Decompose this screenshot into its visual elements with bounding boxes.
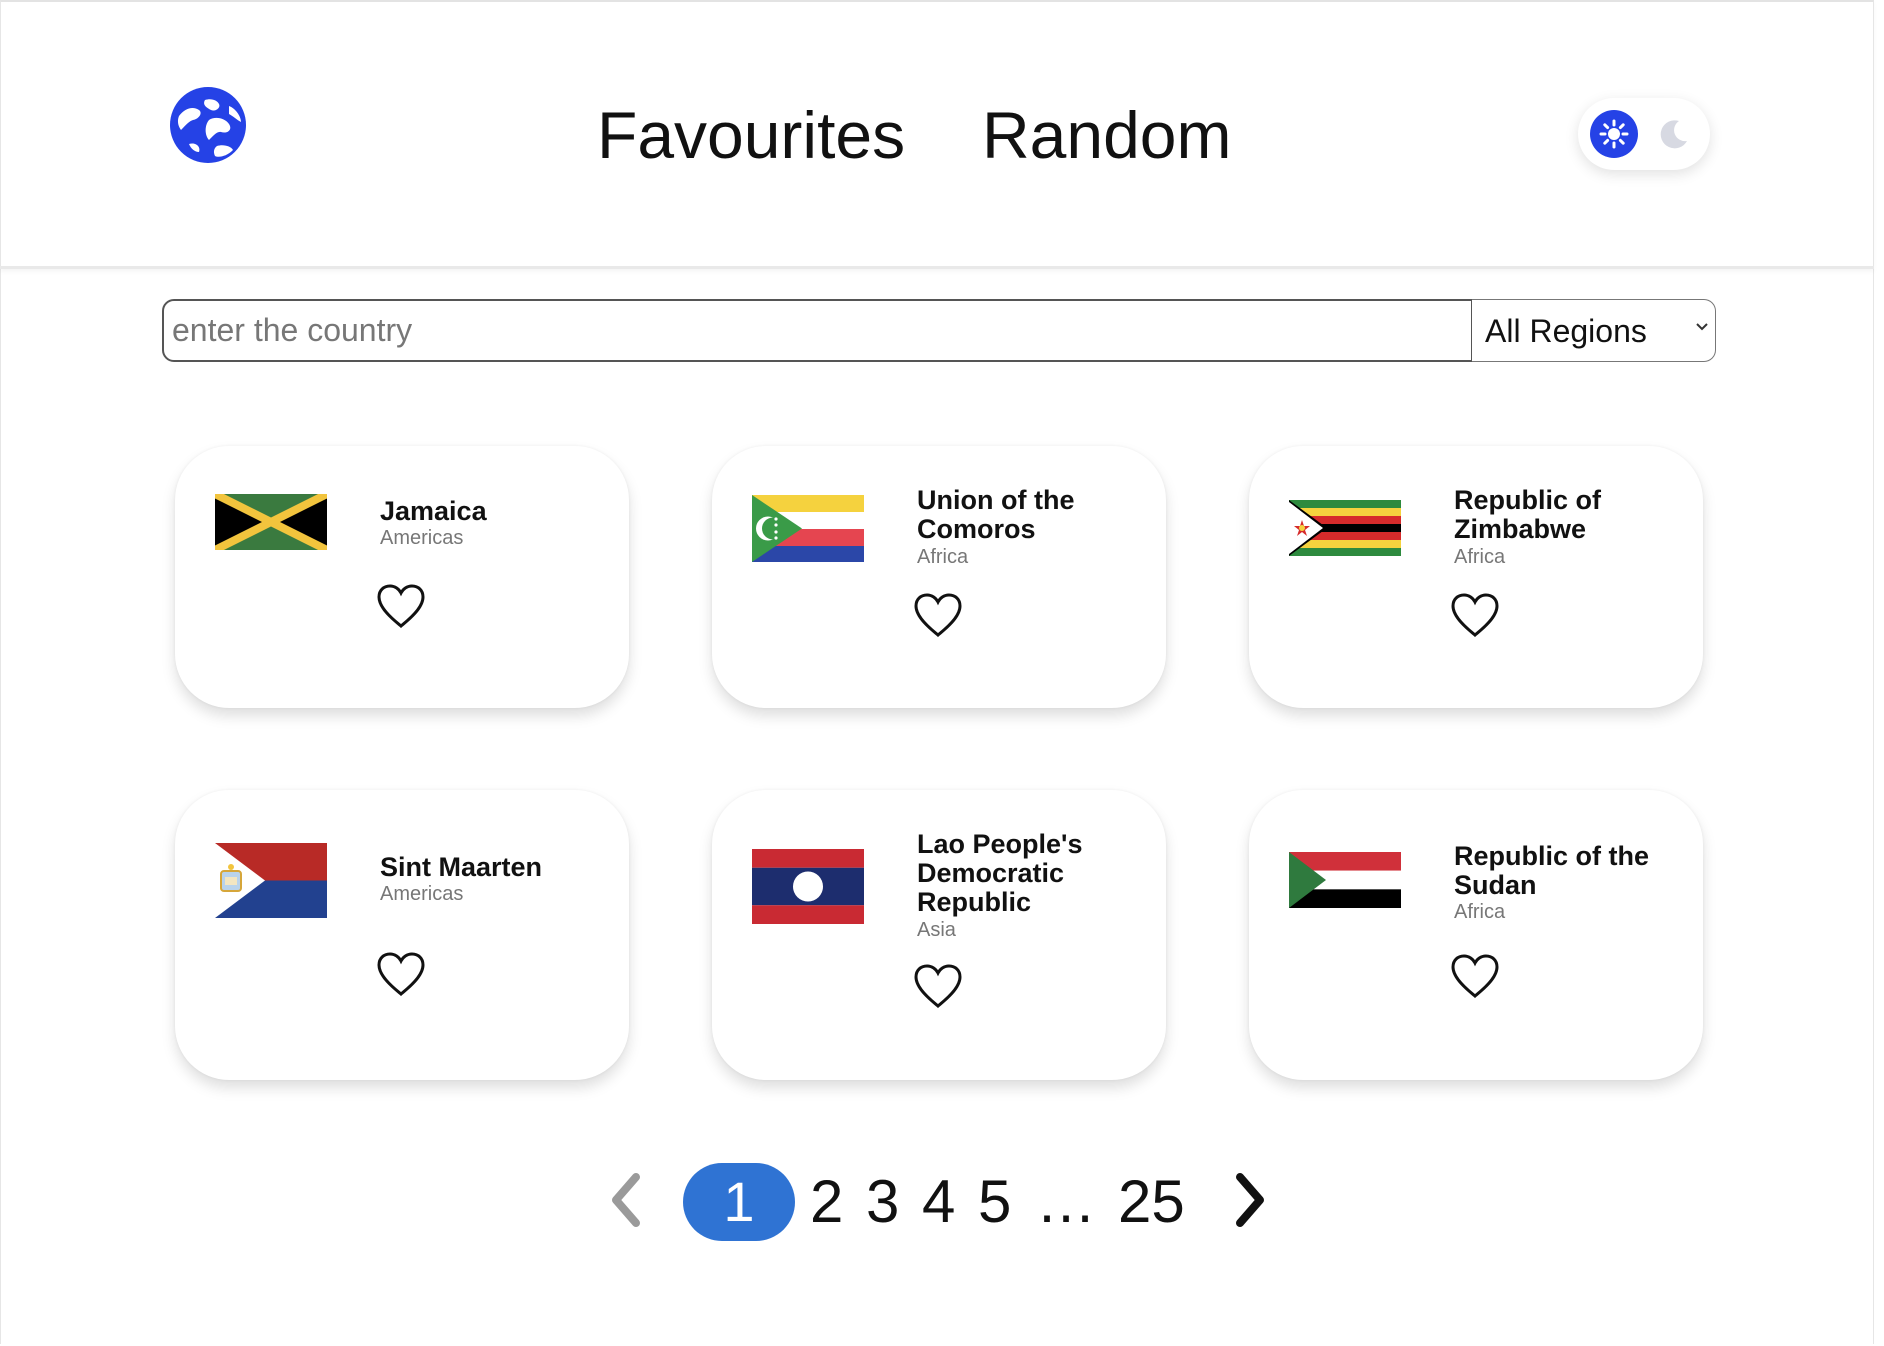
country-card[interactable]: Republic of Zimbabwe Africa <box>1249 446 1703 708</box>
zimbabwe-flag-icon <box>1289 500 1401 556</box>
page-button[interactable]: 4 <box>922 1167 955 1237</box>
country-search-input[interactable] <box>162 299 1473 362</box>
favourite-heart-icon[interactable] <box>1449 952 1501 1000</box>
country-name: Union of the Comoros <box>917 485 1075 544</box>
favourite-heart-icon[interactable] <box>375 582 427 630</box>
favourite-heart-icon[interactable] <box>375 950 427 998</box>
country-card[interactable]: Lao People's Democratic Republic Asia <box>712 790 1166 1080</box>
country-name: Republic of the Sudan <box>1454 841 1649 900</box>
page-ellipsis: … <box>1036 1168 1096 1235</box>
country-region: Africa <box>917 546 969 568</box>
region-select-value: All Regions <box>1485 313 1647 349</box>
previous-page-arrow-icon[interactable] <box>608 1173 644 1227</box>
moon-icon <box>1660 120 1687 149</box>
country-region: Asia <box>917 919 956 941</box>
page-button[interactable]: 3 <box>866 1167 899 1237</box>
country-region: Africa <box>1454 546 1506 568</box>
page-button-current[interactable]: 1 <box>683 1163 795 1241</box>
header: Favourites Random <box>0 0 1874 269</box>
country-name: Sint Maarten <box>380 852 543 882</box>
comoros-flag-icon <box>752 495 864 562</box>
favourite-heart-icon[interactable] <box>1449 591 1501 639</box>
region-select[interactable]: All Regions <box>1472 299 1716 362</box>
country-region: Americas <box>380 883 464 905</box>
country-card[interactable]: Sint Maarten Americas <box>175 790 629 1080</box>
country-name: Jamaica <box>380 496 487 526</box>
country-card[interactable]: Republic of the Sudan Africa <box>1249 790 1703 1080</box>
globe-logo-icon[interactable] <box>169 86 247 164</box>
country-card[interactable]: Jamaica Americas <box>175 446 629 708</box>
jamaica-flag-icon <box>215 494 327 550</box>
nav-favourites-link[interactable]: Favourites <box>597 95 905 175</box>
sun-icon <box>1599 119 1629 149</box>
chevron-down-icon <box>1696 323 1708 331</box>
sint-maarten-flag-icon <box>215 843 327 918</box>
country-name: Lao People's Democratic Republic <box>917 829 1083 917</box>
favourite-heart-icon[interactable] <box>912 962 964 1010</box>
country-card[interactable]: Union of the Comoros Africa <box>712 446 1166 708</box>
theme-toggle <box>1578 98 1710 170</box>
country-name: Republic of Zimbabwe <box>1454 485 1601 544</box>
laos-flag-icon <box>752 849 864 924</box>
light-mode-button[interactable] <box>1590 110 1638 158</box>
dark-mode-button[interactable] <box>1650 110 1698 158</box>
page-button[interactable]: 5 <box>978 1167 1011 1237</box>
page-button[interactable]: 2 <box>810 1167 843 1237</box>
sudan-flag-icon <box>1289 852 1401 908</box>
page-button-last[interactable]: 25 <box>1118 1167 1185 1237</box>
country-region: Africa <box>1454 901 1506 923</box>
country-region: Americas <box>380 527 464 549</box>
favourite-heart-icon[interactable] <box>912 591 964 639</box>
nav-random-link[interactable]: Random <box>982 95 1231 175</box>
next-page-arrow-icon[interactable] <box>1232 1173 1268 1227</box>
